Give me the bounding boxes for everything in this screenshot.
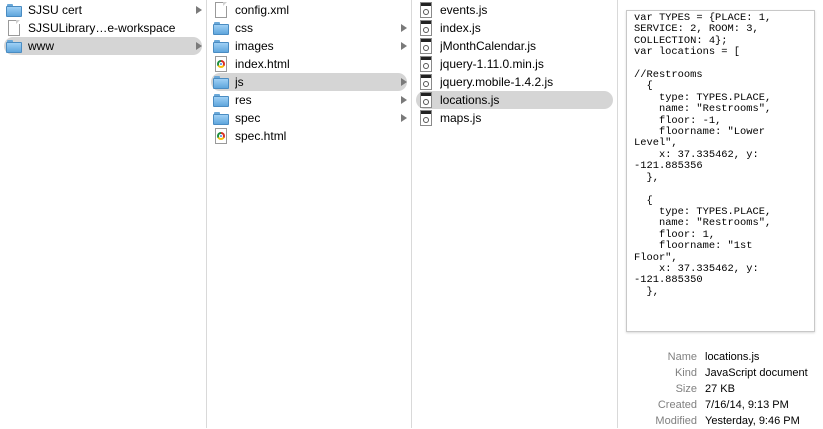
folder-icon xyxy=(213,74,229,90)
disclosure-arrow-icon xyxy=(401,114,407,122)
preview-pane: var TYPES = {PLACE: 1, SERVICE: 2, ROOM:… xyxy=(618,0,823,428)
list-item-label: images xyxy=(235,39,274,53)
list-item[interactable]: images xyxy=(211,37,407,55)
js-file-icon xyxy=(418,92,434,108)
folder-icon xyxy=(6,2,22,18)
file-preview: var TYPES = {PLACE: 1, SERVICE: 2, ROOM:… xyxy=(626,10,815,332)
disclosure-arrow-icon xyxy=(401,24,407,32)
list-item-label: index.js xyxy=(440,21,481,35)
list-item[interactable]: SJSU cert xyxy=(4,1,202,19)
info-kind-value: JavaScript document xyxy=(705,367,808,379)
disclosure-arrow-icon xyxy=(401,96,407,104)
column-www: config.xml css images index.html js res spec sp… xyxy=(207,0,412,428)
list-item[interactable]: jquery-1.11.0.min.js xyxy=(416,55,613,73)
info-name-value: locations.js xyxy=(705,351,760,363)
info-size-row: Size 27 KB xyxy=(618,381,823,397)
info-modified-value: Yesterday, 9:46 PM xyxy=(705,415,800,427)
info-created-label: Created xyxy=(657,399,697,411)
info-created-value: 7/16/14, 9:13 PM xyxy=(705,399,789,411)
list-item-label: spec.html xyxy=(235,129,287,143)
info-size-value: 27 KB xyxy=(705,383,735,395)
info-modified-label: Modified xyxy=(655,415,697,427)
list-item[interactable]: jquery.mobile-1.4.2.js xyxy=(416,73,613,91)
js-file-icon xyxy=(418,110,434,126)
disclosure-arrow-icon xyxy=(401,42,407,50)
list-item-label: config.xml xyxy=(235,3,290,17)
list-item-label: css xyxy=(235,21,253,35)
folder-icon xyxy=(213,92,229,108)
js-file-icon xyxy=(418,2,434,18)
list-item[interactable]: config.xml xyxy=(211,1,407,19)
disclosure-arrow-icon xyxy=(196,42,202,50)
list-item[interactable]: index.html xyxy=(211,55,407,73)
info-modified-row: Modified Yesterday, 9:46 PM xyxy=(618,413,823,429)
disclosure-arrow-icon xyxy=(401,78,407,86)
info-name-row: Name locations.js xyxy=(618,349,823,365)
list-item-label: SJSULibrary…e-workspace xyxy=(28,21,176,35)
js-file-icon xyxy=(418,20,434,36)
folder-icon xyxy=(213,110,229,126)
list-item[interactable]: js xyxy=(211,73,407,91)
list-item[interactable]: spec.html xyxy=(211,127,407,145)
list-item-label: jquery-1.11.0.min.js xyxy=(440,57,544,71)
list-item-label: res xyxy=(235,93,252,107)
list-item-label: locations.js xyxy=(440,93,500,107)
list-item-label: www xyxy=(28,39,54,53)
list-item[interactable]: locations.js xyxy=(416,91,613,109)
html-file-icon xyxy=(213,56,229,72)
list-item-label: index.html xyxy=(235,57,290,71)
info-kind-row: Kind JavaScript document xyxy=(618,365,823,381)
info-created-row: Created 7/16/14, 9:13 PM xyxy=(618,397,823,413)
list-item[interactable]: res xyxy=(211,91,407,109)
document-icon xyxy=(213,2,229,18)
list-item-label: spec xyxy=(235,111,261,125)
list-item[interactable]: events.js xyxy=(416,1,613,19)
list-item-label: jMonthCalendar.js xyxy=(440,39,537,53)
js-file-icon xyxy=(418,74,434,90)
list-item[interactable]: www xyxy=(4,37,202,55)
list-item-label: events.js xyxy=(440,3,488,17)
list-item[interactable]: maps.js xyxy=(416,109,613,127)
list-item[interactable]: index.js xyxy=(416,19,613,37)
js-file-icon xyxy=(418,38,434,54)
folder-icon xyxy=(213,38,229,54)
list-item[interactable]: SJSULibrary…e-workspace xyxy=(4,19,202,37)
list-item-label: jquery.mobile-1.4.2.js xyxy=(440,75,554,89)
info-name-label: Name xyxy=(667,351,697,363)
disclosure-arrow-icon xyxy=(196,6,202,14)
folder-icon xyxy=(213,20,229,36)
list-item-label: js xyxy=(235,75,244,89)
list-item-label: maps.js xyxy=(440,111,482,125)
list-item[interactable]: spec xyxy=(211,109,407,127)
info-kind-label: Kind xyxy=(674,367,697,379)
js-file-icon xyxy=(418,56,434,72)
preview-code: var TYPES = {PLACE: 1, SERVICE: 2, ROOM:… xyxy=(634,12,772,298)
column-parent: SJSU cert SJSULibrary…e-workspace www xyxy=(0,0,207,428)
info-size-label: Size xyxy=(675,383,697,395)
folder-icon xyxy=(6,38,22,54)
column-js: events.js index.js jMonthCalendar.js jquery… xyxy=(412,0,618,428)
document-icon xyxy=(6,20,22,36)
list-item-label: SJSU cert xyxy=(28,3,83,17)
list-item[interactable]: jMonthCalendar.js xyxy=(416,37,613,55)
list-item[interactable]: css xyxy=(211,19,407,37)
html-file-icon xyxy=(213,128,229,144)
